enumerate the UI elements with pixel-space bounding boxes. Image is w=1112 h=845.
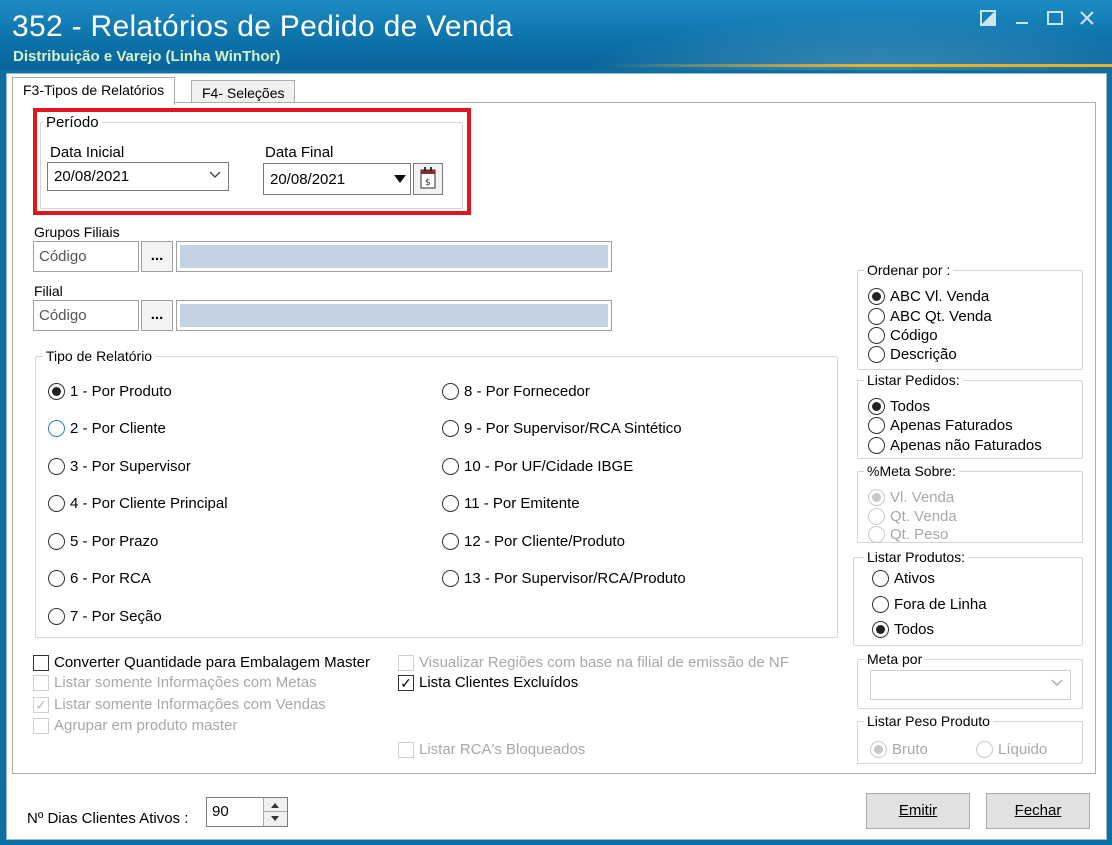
tipo-relatorio-label: Tipo de Relatório — [43, 348, 156, 364]
dias-clientes-ativos-spinner[interactable]: 90 — [206, 797, 288, 827]
meta-por-select — [870, 670, 1071, 700]
radio-por-fornecedor[interactable]: 8 - Por Fornecedor — [442, 383, 590, 400]
tab-selecoes[interactable]: F4- Seleções — [191, 80, 296, 104]
radio-pedidos-nao-faturados[interactable]: Apenas não Faturados — [868, 437, 1042, 454]
radio-por-supervisor-rca-sintetico[interactable]: 9 - Por Supervisor/RCA Sintético — [442, 420, 682, 437]
grupos-filiais-search-button[interactable]: ... — [141, 241, 173, 272]
minimize-icon[interactable] — [1010, 10, 1034, 32]
grupos-filiais-description — [176, 241, 612, 272]
close-icon[interactable] — [1075, 10, 1099, 32]
check-converter-embalagem-master[interactable]: Converter Quantidade para Embalagem Mast… — [33, 654, 370, 671]
listar-pedidos-label: Listar Pedidos: — [864, 372, 963, 388]
check-listar-metas: Listar somente Informações com Metas — [33, 674, 317, 691]
grupos-filiais-code-input[interactable]: Código — [33, 241, 139, 272]
radio-meta-vl-venda: Vl. Venda — [868, 489, 954, 506]
radio-por-rca[interactable]: 6 - Por RCA — [48, 570, 151, 587]
restore-icon[interactable] — [976, 10, 1000, 32]
filial-label: Filial — [34, 283, 63, 299]
radio-por-cliente[interactable]: 2 - Por Cliente — [48, 420, 166, 437]
check-visualizar-regioes: Visualizar Regiões com base na filial de… — [398, 654, 789, 671]
listar-produtos-label: Listar Produtos: — [864, 549, 969, 565]
radio-peso-liquido: Líquido — [976, 741, 1047, 758]
radio-meta-qt-peso: Qt. Peso — [868, 526, 948, 543]
radio-por-secao[interactable]: 7 - Por Seção — [48, 608, 162, 625]
filial-code-input[interactable]: Código — [33, 300, 139, 331]
radio-por-supervisor-rca-produto[interactable]: 13 - Por Supervisor/RCA/Produto — [442, 570, 686, 587]
dias-clientes-ativos-label: Nº Dias Clientes Ativos : — [27, 810, 189, 827]
window-title: 352 - Relatórios de Pedido de Venda — [12, 10, 513, 43]
periodo-highlight — [33, 108, 471, 215]
filial-description — [176, 300, 612, 331]
ordenar-label: Ordenar por : — [864, 262, 954, 278]
radio-codigo[interactable]: Código — [868, 327, 938, 344]
radio-por-emitente[interactable]: 11 - Por Emitente — [442, 495, 580, 512]
window-subtitle: Distribuição e Varejo (Linha WinThor) — [13, 48, 281, 65]
radio-meta-qt-venda: Qt. Venda — [868, 508, 957, 525]
fechar-button[interactable]: Fechar — [986, 793, 1090, 829]
emitir-button[interactable]: Emitir — [866, 793, 970, 829]
radio-produtos-ativos[interactable]: Ativos — [872, 570, 935, 587]
filial-search-button[interactable]: ... — [141, 300, 173, 331]
spin-down-icon[interactable] — [263, 812, 287, 826]
radio-por-produto[interactable]: 1 - Por Produto — [48, 383, 172, 400]
check-agrupar-produto-master: Agrupar em produto master — [33, 717, 237, 734]
check-listar-vendas: ✓ Listar somente Informações com Vendas — [33, 696, 326, 713]
check-lista-clientes-excluidos[interactable]: ✓ Lista Clientes Excluídos — [398, 674, 578, 691]
radio-por-cliente-principal[interactable]: 4 - Por Cliente Principal — [48, 495, 228, 512]
peso-label: Listar Peso Produto — [864, 713, 993, 729]
radio-por-supervisor[interactable]: 3 - Por Supervisor — [48, 458, 191, 475]
maximize-icon[interactable] — [1043, 10, 1067, 32]
radio-produtos-fora-de-linha[interactable]: Fora de Linha — [872, 596, 987, 613]
radio-por-uf-cidade-ibge[interactable]: 10 - Por UF/Cidade IBGE — [442, 458, 633, 475]
grupos-filiais-label: Grupos Filiais — [34, 224, 120, 240]
meta-sobre-label: %Meta Sobre: — [864, 463, 959, 479]
radio-peso-bruto: Bruto — [870, 741, 928, 758]
tab-tipos-relatorios[interactable]: F3-Tipos de Relatórios — [12, 77, 176, 105]
radio-abc-vl-venda[interactable]: ABC Vl. Venda — [868, 288, 989, 305]
spin-up-icon[interactable] — [263, 798, 287, 812]
radio-produtos-todos[interactable]: Todos — [872, 621, 934, 638]
radio-por-prazo[interactable]: 5 - Por Prazo — [48, 533, 158, 550]
chevron-down-icon — [1050, 675, 1064, 692]
radio-abc-qt-venda[interactable]: ABC Qt. Venda — [868, 308, 992, 325]
meta-por-label: Meta por — [864, 651, 926, 667]
dias-clientes-ativos-value: 90 — [212, 803, 229, 820]
radio-pedidos-faturados[interactable]: Apenas Faturados — [868, 417, 1013, 434]
radio-por-cliente-produto[interactable]: 12 - Por Cliente/Produto — [442, 533, 625, 550]
radio-pedidos-todos[interactable]: Todos — [868, 398, 930, 415]
radio-descricao[interactable]: Descrição — [868, 346, 957, 363]
title-accent-line — [600, 64, 1112, 67]
check-listar-rca-bloqueados: Listar RCA's Bloqueados — [398, 741, 585, 758]
